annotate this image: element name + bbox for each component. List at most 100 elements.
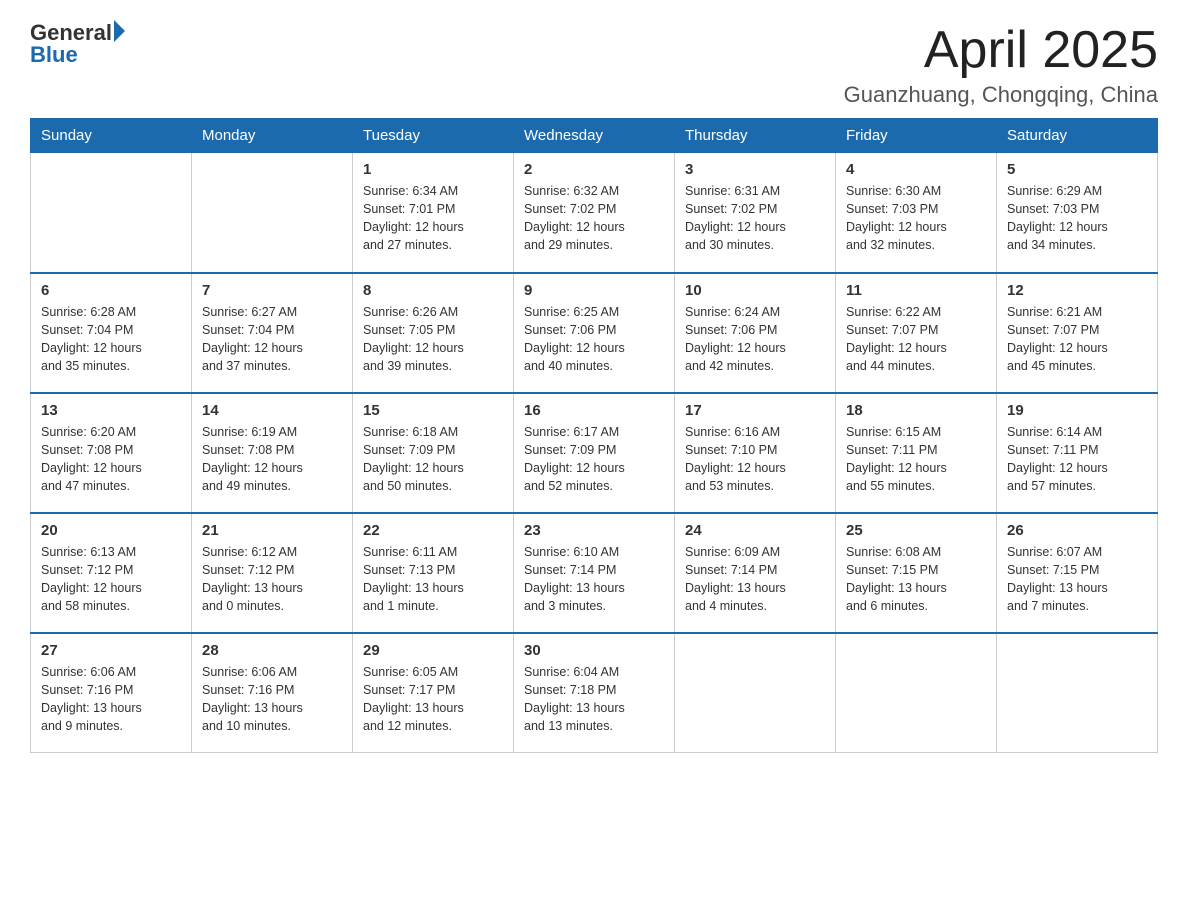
day-number: 9 [524, 282, 664, 299]
calendar-cell: 13Sunrise: 6:20 AM Sunset: 7:08 PM Dayli… [31, 393, 192, 513]
day-info: Sunrise: 6:10 AM Sunset: 7:14 PM Dayligh… [524, 543, 664, 616]
day-number: 10 [685, 282, 825, 299]
day-number: 18 [846, 402, 986, 419]
day-info: Sunrise: 6:16 AM Sunset: 7:10 PM Dayligh… [685, 423, 825, 496]
calendar-cell: 23Sunrise: 6:10 AM Sunset: 7:14 PM Dayli… [514, 513, 675, 633]
calendar-week-5: 27 Sunrise: 6:06 AM Sunset: 7:16 PM Dayli… [31, 633, 1158, 753]
calendar-cell: 6Sunrise: 6:28 AM Sunset: 7:04 PM Daylig… [31, 273, 192, 393]
calendar-cell [192, 153, 353, 273]
logo-blue: Blue [30, 42, 125, 68]
day-number: 11 [846, 282, 986, 299]
day-number: 20 [41, 522, 181, 539]
calendar-subtitle: Guanzhuang, Chongqing, China [844, 82, 1158, 108]
calendar-cell: 12 Sunrise: 6:21 AM Sunset: 7:07 PM Dayli… [997, 273, 1158, 393]
calendar-cell [836, 633, 997, 753]
day-info: Sunrise: 6:19 AM Sunset: 7:08 PM Dayligh… [202, 423, 342, 496]
day-info: Sunrise: 6:07 AM Sunset: 7:15 PM Dayligh… [1007, 543, 1147, 616]
day-info: Sunrise: 6:25 AM Sunset: 7:06 PM Dayligh… [524, 303, 664, 376]
calendar-week-3: 13Sunrise: 6:20 AM Sunset: 7:08 PM Dayli… [31, 393, 1158, 513]
calendar-cell [997, 633, 1158, 753]
day-number: 30 [524, 642, 664, 659]
day-info: Sunrise: 6:13 AM Sunset: 7:12 PM Dayligh… [41, 543, 181, 616]
calendar-cell: 25 Sunrise: 6:08 AM Sunset: 7:15 PM Dayli… [836, 513, 997, 633]
day-number: 7 [202, 282, 342, 299]
calendar-cell: 7 Sunrise: 6:27 AM Sunset: 7:04 PM Daylig… [192, 273, 353, 393]
calendar-header-sunday: Sunday [31, 119, 192, 153]
day-number: 29 [363, 642, 503, 659]
day-info: Sunrise: 6:17 AM Sunset: 7:09 PM Dayligh… [524, 423, 664, 496]
logo: General Blue [30, 20, 125, 68]
calendar-title: April 2025 [844, 20, 1158, 80]
day-number: 5 [1007, 161, 1147, 178]
day-info: Sunrise: 6:29 AM Sunset: 7:03 PM Dayligh… [1007, 182, 1147, 255]
calendar-cell: 5 Sunrise: 6:29 AM Sunset: 7:03 PM Daylig… [997, 153, 1158, 273]
calendar-table: SundayMondayTuesdayWednesdayThursdayFrid… [30, 118, 1158, 753]
calendar-cell: 15 Sunrise: 6:18 AM Sunset: 7:09 PM Dayli… [353, 393, 514, 513]
calendar-cell: 24Sunrise: 6:09 AM Sunset: 7:14 PM Dayli… [675, 513, 836, 633]
title-block: April 2025 Guanzhuang, Chongqing, China [844, 20, 1158, 108]
calendar-header-thursday: Thursday [675, 119, 836, 153]
day-info: Sunrise: 6:06 AM Sunset: 7:16 PM Dayligh… [202, 663, 342, 736]
day-number: 2 [524, 161, 664, 178]
calendar-header-saturday: Saturday [997, 119, 1158, 153]
day-number: 6 [41, 282, 181, 299]
calendar-cell: 17 Sunrise: 6:16 AM Sunset: 7:10 PM Dayli… [675, 393, 836, 513]
day-info: Sunrise: 6:26 AM Sunset: 7:05 PM Dayligh… [363, 303, 503, 376]
day-info: Sunrise: 6:31 AM Sunset: 7:02 PM Dayligh… [685, 182, 825, 255]
calendar-cell: 26 Sunrise: 6:07 AM Sunset: 7:15 PM Dayli… [997, 513, 1158, 633]
calendar-header-row: SundayMondayTuesdayWednesdayThursdayFrid… [31, 119, 1158, 153]
day-number: 14 [202, 402, 342, 419]
day-number: 26 [1007, 522, 1147, 539]
calendar-cell: 21 Sunrise: 6:12 AM Sunset: 7:12 PM Dayli… [192, 513, 353, 633]
calendar-cell: 22Sunrise: 6:11 AM Sunset: 7:13 PM Dayli… [353, 513, 514, 633]
day-number: 8 [363, 282, 503, 299]
day-info: Sunrise: 6:15 AM Sunset: 7:11 PM Dayligh… [846, 423, 986, 496]
day-info: Sunrise: 6:32 AM Sunset: 7:02 PM Dayligh… [524, 182, 664, 255]
calendar-cell: 18 Sunrise: 6:15 AM Sunset: 7:11 PM Dayli… [836, 393, 997, 513]
day-info: Sunrise: 6:21 AM Sunset: 7:07 PM Dayligh… [1007, 303, 1147, 376]
day-info: Sunrise: 6:12 AM Sunset: 7:12 PM Dayligh… [202, 543, 342, 616]
day-number: 4 [846, 161, 986, 178]
calendar-cell: 19Sunrise: 6:14 AM Sunset: 7:11 PM Dayli… [997, 393, 1158, 513]
calendar-cell [675, 633, 836, 753]
calendar-cell [31, 153, 192, 273]
day-number: 15 [363, 402, 503, 419]
calendar-cell: 30 Sunrise: 6:04 AM Sunset: 7:18 PM Dayli… [514, 633, 675, 753]
calendar-cell: 3 Sunrise: 6:31 AM Sunset: 7:02 PM Daylig… [675, 153, 836, 273]
logo-triangle-icon [114, 20, 125, 42]
calendar-header-monday: Monday [192, 119, 353, 153]
calendar-cell: 11 Sunrise: 6:22 AM Sunset: 7:07 PM Dayli… [836, 273, 997, 393]
day-number: 13 [41, 402, 181, 419]
day-number: 12 [1007, 282, 1147, 299]
day-number: 3 [685, 161, 825, 178]
calendar-header-wednesday: Wednesday [514, 119, 675, 153]
calendar-cell: 28 Sunrise: 6:06 AM Sunset: 7:16 PM Dayli… [192, 633, 353, 753]
day-number: 27 [41, 642, 181, 659]
day-number: 25 [846, 522, 986, 539]
calendar-cell: 29Sunrise: 6:05 AM Sunset: 7:17 PM Dayli… [353, 633, 514, 753]
calendar-cell: 8 Sunrise: 6:26 AM Sunset: 7:05 PM Daylig… [353, 273, 514, 393]
day-info: Sunrise: 6:27 AM Sunset: 7:04 PM Dayligh… [202, 303, 342, 376]
calendar-cell: 16 Sunrise: 6:17 AM Sunset: 7:09 PM Dayli… [514, 393, 675, 513]
day-info: Sunrise: 6:14 AM Sunset: 7:11 PM Dayligh… [1007, 423, 1147, 496]
day-number: 17 [685, 402, 825, 419]
calendar-cell: 10 Sunrise: 6:24 AM Sunset: 7:06 PM Dayli… [675, 273, 836, 393]
calendar-week-2: 6Sunrise: 6:28 AM Sunset: 7:04 PM Daylig… [31, 273, 1158, 393]
day-info: Sunrise: 6:04 AM Sunset: 7:18 PM Dayligh… [524, 663, 664, 736]
calendar-week-4: 20 Sunrise: 6:13 AM Sunset: 7:12 PM Dayli… [31, 513, 1158, 633]
day-info: Sunrise: 6:08 AM Sunset: 7:15 PM Dayligh… [846, 543, 986, 616]
day-number: 21 [202, 522, 342, 539]
calendar-cell: 27Sunrise: 6:06 AM Sunset: 7:16 PM Dayli… [31, 633, 192, 753]
day-number: 24 [685, 522, 825, 539]
calendar-week-1: 1Sunrise: 6:34 AM Sunset: 7:01 PM Daylig… [31, 153, 1158, 273]
page-header: General Blue April 2025 Guanzhuang, Chon… [30, 20, 1158, 108]
day-info: Sunrise: 6:18 AM Sunset: 7:09 PM Dayligh… [363, 423, 503, 496]
day-info: Sunrise: 6:24 AM Sunset: 7:06 PM Dayligh… [685, 303, 825, 376]
calendar-cell: 1Sunrise: 6:34 AM Sunset: 7:01 PM Daylig… [353, 153, 514, 273]
calendar-header-friday: Friday [836, 119, 997, 153]
day-info: Sunrise: 6:22 AM Sunset: 7:07 PM Dayligh… [846, 303, 986, 376]
calendar-cell: 2 Sunrise: 6:32 AM Sunset: 7:02 PM Daylig… [514, 153, 675, 273]
day-number: 16 [524, 402, 664, 419]
calendar-cell: 14 Sunrise: 6:19 AM Sunset: 7:08 PM Dayli… [192, 393, 353, 513]
day-number: 28 [202, 642, 342, 659]
